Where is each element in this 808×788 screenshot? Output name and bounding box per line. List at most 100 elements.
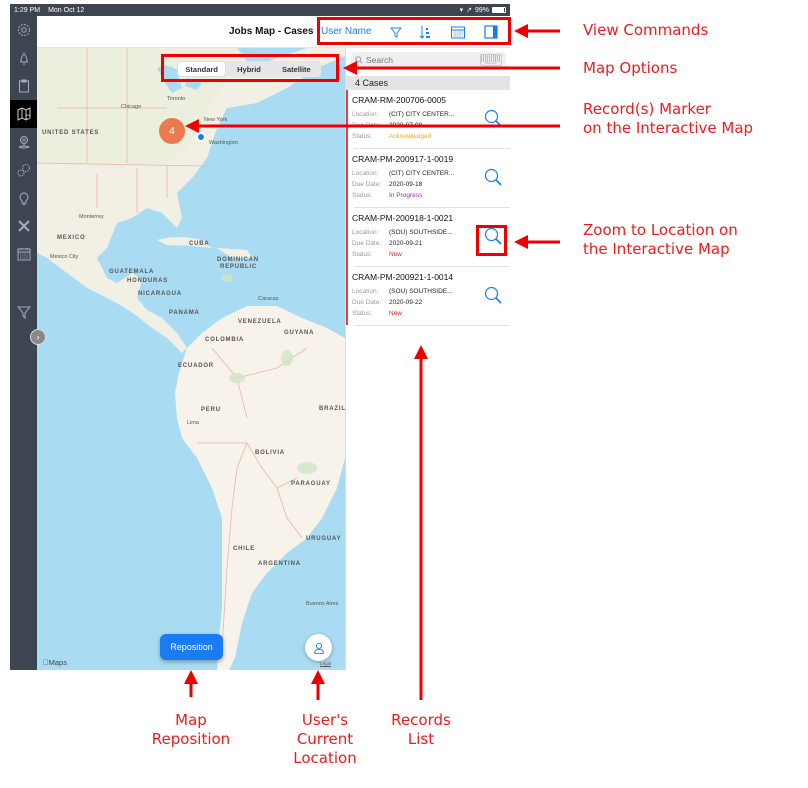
annotation-map-options: Map Options: [583, 59, 678, 77]
cases-count-header: 4 Cases: [346, 76, 510, 90]
legal-link[interactable]: Legal: [320, 661, 331, 666]
gears-icon: [17, 164, 30, 177]
record-due-date: 2020-09-21: [389, 240, 423, 247]
sidebar-item-ideas[interactable]: [10, 184, 37, 212]
zoom-to-location-icon[interactable]: [483, 167, 503, 187]
sidebar-item-settings[interactable]: [10, 16, 37, 44]
location-label: Location:: [352, 288, 379, 295]
zoom-to-location-icon[interactable]: [483, 285, 503, 305]
location-pin-icon: [18, 136, 30, 149]
sidebar-item-map[interactable]: [10, 100, 37, 128]
country-label: URUGUAY: [306, 536, 342, 542]
current-location-button[interactable]: [305, 634, 332, 661]
record-row[interactable]: CRAM-PM-200921-1-0014 Location: (SOU) SOU…: [346, 267, 510, 326]
annotation-line: Zoom to Location on: [583, 221, 738, 239]
sidebar-item-filter[interactable]: [10, 298, 37, 326]
record-location: (SOU) SOUTHSIDE...: [389, 229, 453, 236]
location-label: Location:: [352, 170, 379, 177]
zoom-location-highlight: [476, 225, 507, 256]
gear-icon: [17, 24, 30, 36]
location-label: Location:: [352, 229, 379, 236]
sidebar-item-notifications[interactable]: [10, 44, 37, 72]
row-divider: [354, 325, 510, 326]
bell-icon: [19, 52, 28, 65]
country-label: GUYANA: [284, 330, 315, 336]
country-label: PANAMA: [169, 310, 200, 316]
map-options-highlight: [161, 54, 339, 82]
status-label: Status:: [352, 251, 373, 258]
due-date-label: Due Date:: [352, 299, 382, 306]
sidebar-item-locations[interactable]: [10, 128, 37, 156]
annotation-records-list: Records List: [371, 711, 471, 749]
city-label-lima: Lima: [187, 420, 199, 426]
city-label-mexico-city: Mexico City: [50, 254, 79, 260]
record-status: New: [389, 310, 403, 317]
status-time: 1:29 PM: [14, 6, 41, 14]
annotation-record-marker: Record(s) Marker on the Interactive Map: [583, 100, 753, 138]
apple-maps-logo: Maps: [43, 658, 67, 667]
page-title: Jobs Map - Cases: [229, 26, 314, 37]
annotation-line: Records: [391, 711, 451, 729]
clipboard-icon: [18, 79, 29, 93]
arrowhead: [514, 24, 528, 38]
search-bar: Barcode: [351, 52, 506, 68]
status-label: Status:: [352, 192, 373, 199]
country-label: VENEZUELA: [238, 319, 282, 325]
city-label-monterrey: Monterrey: [79, 214, 104, 220]
country-label: MEXICO: [57, 235, 86, 241]
zoom-to-location-icon[interactable]: [483, 108, 503, 128]
barcode-scan-button[interactable]: Barcode: [480, 54, 502, 66]
user-icon: [313, 642, 324, 654]
due-date-label: Due Date:: [352, 240, 382, 247]
country-label: REPUBLIC: [220, 264, 258, 270]
user-location-dot: [196, 132, 206, 142]
sidebar-item-tasks[interactable]: [10, 72, 37, 100]
sidebar-item-assets[interactable]: [10, 156, 37, 184]
record-row[interactable]: CRAM-RM-200706-0005 Location: (CIT) CITY …: [346, 90, 510, 149]
record-due-date: 2020-09-18: [389, 181, 423, 188]
filter-icon: [16, 306, 31, 320]
city-label-caracas: Caracas: [258, 296, 279, 302]
annotation-line: Record(s) Marker: [583, 100, 711, 118]
country-label: BOLIVIA: [255, 450, 285, 456]
record-row[interactable]: CRAM-PM-200917-1-0019 Location: (CIT) CIT…: [346, 149, 510, 208]
status-date: Mon Oct 12: [48, 6, 85, 14]
ipad-screen: 1:29 PM Mon Oct 12 ▾ ↗ 99% Jobs Map - Ca…: [10, 4, 510, 670]
reposition-button[interactable]: Reposition: [160, 634, 223, 660]
calendar-icon: [17, 248, 30, 261]
battery-icon: [492, 7, 506, 13]
status-bar: 1:29 PM Mon Oct 12 ▾ ↗ 99%: [10, 4, 510, 16]
country-label: COLOMBIA: [205, 337, 245, 343]
wifi-icon: ▾: [459, 7, 464, 14]
map-terrain: [37, 48, 345, 670]
record-location: (CIT) CITY CENTER...: [389, 111, 455, 118]
country-label: CHILE: [233, 546, 255, 552]
expand-sidebar-button[interactable]: ›: [30, 329, 46, 345]
country-label: DOMINICAN: [217, 257, 259, 263]
sidebar-item-tools[interactable]: [10, 212, 37, 240]
search-input[interactable]: [366, 55, 480, 65]
status-label: Status:: [352, 310, 373, 317]
country-label: HONDURAS: [127, 278, 169, 284]
country-label: ECUADOR: [178, 363, 214, 369]
location-arrow-icon: ↗: [466, 7, 472, 14]
record-status: New: [389, 251, 403, 258]
sidebar-item-calendar[interactable]: [10, 240, 37, 268]
record-cluster-marker[interactable]: 4: [159, 118, 185, 144]
annotation-line: the Interactive Map: [583, 240, 730, 258]
annotation-line: User's: [301, 711, 349, 729]
country-label: UNITED STATES: [42, 130, 100, 136]
search-icon: [355, 56, 363, 64]
city-label-buenos-aires: Buenos Aires: [306, 601, 339, 607]
interactive-map[interactable]: Standard Hybrid Satellite Toronto Chicag…: [37, 48, 345, 670]
annotation-zoom-location: Zoom to Location on the Interactive Map: [583, 221, 738, 259]
location-label: Location:: [352, 111, 379, 118]
record-id: CRAM-PM-200917-1-0019: [352, 154, 454, 164]
due-date-label: Due Date:: [352, 122, 382, 129]
due-date-label: Due Date:: [352, 181, 382, 188]
record-due-date: 2020-09-22: [389, 299, 423, 306]
record-id: CRAM-PM-200921-1-0014: [352, 272, 454, 282]
map-icon: [17, 107, 30, 121]
country-label: ARGENTINA: [258, 561, 301, 567]
city-label-washington: Washington: [209, 140, 238, 146]
